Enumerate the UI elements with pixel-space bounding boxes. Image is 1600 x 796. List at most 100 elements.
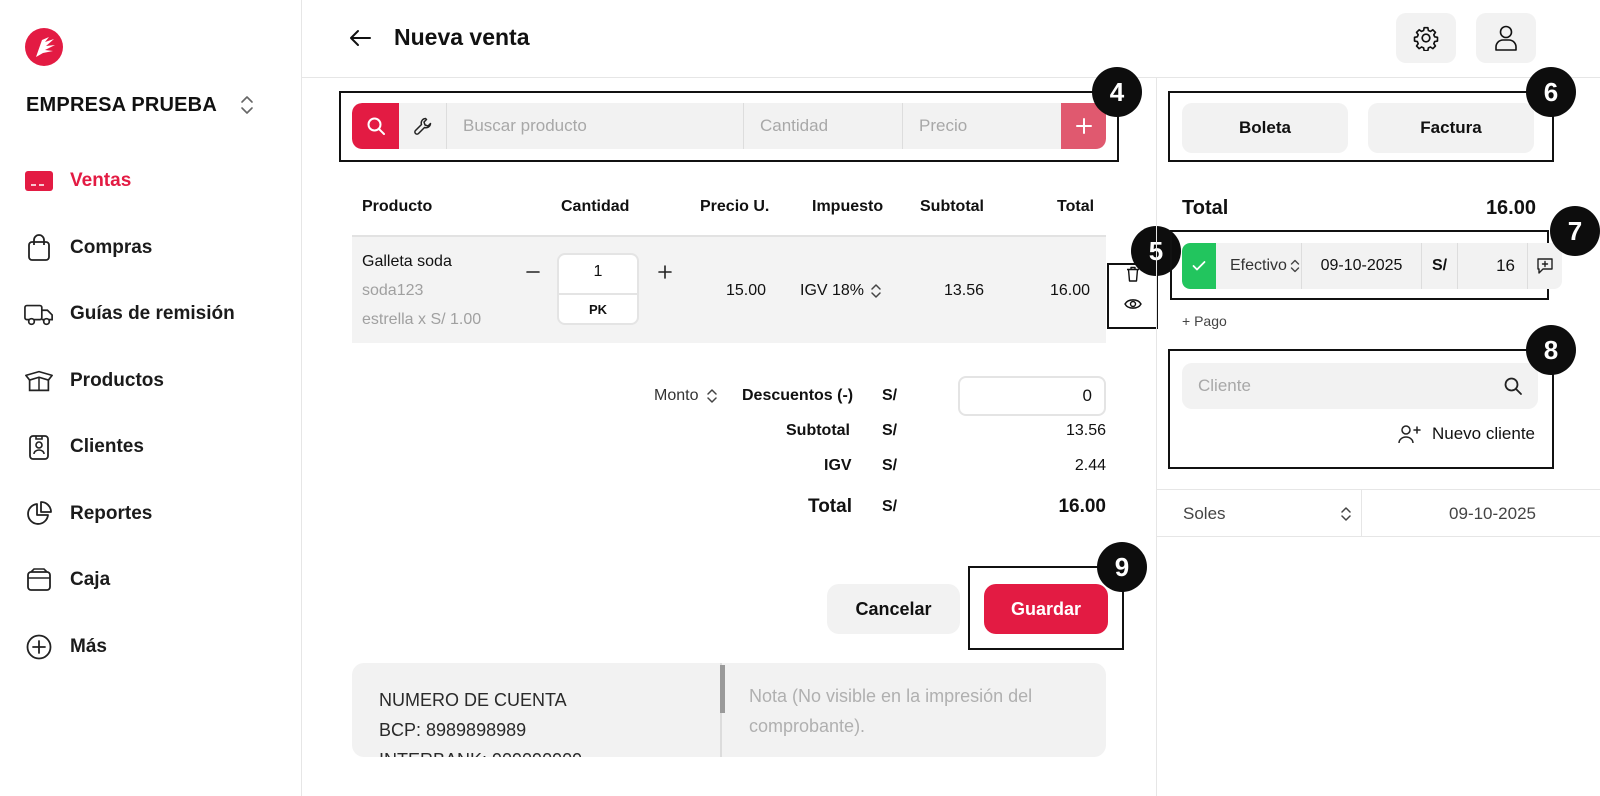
discount-label: Descuentos (-) [742,387,854,404]
total-value: 16.00 [1050,282,1091,299]
payment-date-field[interactable]: 09-10-2025 [1302,243,1422,289]
currency-symbol: S/ [882,387,898,404]
unit-price-value[interactable]: 15.00 [726,282,766,300]
company-name: EMPRESA PRUEBA [26,93,217,116]
search-button[interactable] [352,103,399,149]
product-name: Galleta soda [362,253,452,270]
table-row: Galleta soda soda123 estrella x S/ 1.00 … [352,235,1106,343]
summary-total-value: 16.00 [1485,197,1536,219]
igv-amount: 2.44 [1074,457,1106,474]
plus-icon [658,265,672,279]
step-badge: 4 [1092,67,1142,117]
igv-label: IGV [824,457,852,474]
discount-mode-selector[interactable]: Monto [654,387,718,405]
tools-button[interactable] [399,103,447,149]
payment-confirm-toggle[interactable] [1182,243,1216,289]
total-label: Total [808,496,852,517]
pie-chart-icon [24,499,54,529]
tax-selector[interactable]: IGV 18% [800,282,882,300]
sidebar-item-label: Compras [70,236,153,258]
sidebar-item-label: Caja [70,569,111,591]
boleta-button[interactable]: Boleta [1182,103,1348,153]
step-badge: 8 [1526,325,1576,375]
decrease-quantity-button[interactable] [522,261,544,283]
sidebar: EMPRESA PRUEBA Ventas Compras Guías de r… [0,0,302,796]
settings-button[interactable] [1396,13,1456,63]
wrench-icon [413,117,431,135]
price-input[interactable] [903,103,1061,149]
sidebar-item-label: Ventas [70,170,132,192]
sidebar-item-clientes[interactable]: Clientes [24,414,284,481]
currency-symbol: S/ [882,457,898,474]
view-row-button[interactable] [1121,292,1145,316]
chevron-up-down-icon [871,284,881,298]
company-selector[interactable]: EMPRESA PRUEBA [26,92,255,118]
factura-button[interactable]: Factura [1368,103,1534,153]
note-textarea[interactable] [731,667,1101,753]
product-unit-description: estrella x S/ 1.00 [362,311,482,328]
box-icon [24,366,54,396]
payment-method-selector[interactable]: Efectivo [1216,243,1302,289]
payment-note-button[interactable] [1528,243,1562,289]
user-profile-button[interactable] [1476,13,1536,63]
quantity-input[interactable] [744,103,903,149]
sidebar-item-reportes[interactable]: Reportes [24,481,284,548]
sidebar-item-compras[interactable]: Compras [24,215,284,282]
quantity-value[interactable]: 1 [559,263,637,281]
column-header-tax: Impuesto [812,198,884,215]
sidebar-item-ventas[interactable]: Ventas [24,148,284,215]
currency-symbol: S/ [882,422,898,439]
chevron-up-down-icon[interactable] [1339,503,1353,525]
currency-symbol: S/ [882,498,898,515]
shopping-bag-icon [24,233,54,263]
logo-mark-icon [36,37,55,57]
unit-selector[interactable]: PK [559,293,637,325]
search-icon[interactable] [1502,375,1524,397]
new-client-button[interactable]: Nuevo cliente [1398,424,1535,444]
sidebar-item-caja[interactable]: Caja [24,547,284,614]
product-code: soda123 [362,282,424,299]
discount-input[interactable] [958,376,1106,416]
brand-logo[interactable] [25,28,63,66]
summary-total-label: Total [1182,197,1229,219]
minus-icon [526,271,540,273]
quantity-stepper[interactable]: 1 PK [557,253,639,325]
add-payment-button[interactable]: + Pago [1182,313,1227,329]
back-button[interactable] [346,24,374,52]
plus-circle-icon [24,632,54,662]
comment-add-icon [1537,258,1553,274]
column-header-quantity: Cantidad [561,198,630,215]
save-button[interactable]: Guardar [984,584,1108,634]
step-badge: 7 [1550,206,1600,256]
sidebar-item-guias[interactable]: Guías de remisión [24,281,284,348]
increase-quantity-button[interactable] [654,261,676,283]
sidebar-item-label: Reportes [70,502,153,524]
sidebar-nav: Ventas Compras Guías de remisión Product… [24,148,284,680]
page-header: Nueva venta [302,0,1600,78]
cash-register-icon [24,166,54,196]
sidebar-item-mas[interactable]: Más [24,614,284,681]
id-badge-icon [24,432,54,462]
payment-currency: S/ [1422,243,1458,289]
subtotal-value: 13.56 [944,282,985,299]
client-search-input[interactable] [1182,363,1482,409]
search-icon [367,117,385,135]
user-icon [1495,25,1517,51]
product-search-input[interactable] [447,103,744,149]
column-header-product: Producto [362,198,433,215]
divider [1361,490,1362,536]
chevron-up-down-icon[interactable] [239,92,255,118]
cancel-button[interactable]: Cancelar [827,584,960,634]
currency-date-row: Soles 09-10-2025 [1157,489,1600,537]
page-title: Nueva venta [394,24,530,50]
scrollbar-thumb[interactable] [720,665,725,713]
currency-selector-value[interactable]: Soles [1183,504,1226,524]
tax-value: IGV 18% [800,282,865,299]
total-amount: 16.00 [1058,496,1106,517]
payment-row: Efectivo 09-10-2025 S/ 16 [1182,243,1562,289]
sidebar-item-label: Clientes [70,436,144,458]
payment-amount-input[interactable]: 16 [1458,243,1528,289]
issue-date-field[interactable]: 09-10-2025 [1449,504,1536,524]
step-badge: 9 [1097,542,1147,592]
sidebar-item-productos[interactable]: Productos [24,348,284,415]
